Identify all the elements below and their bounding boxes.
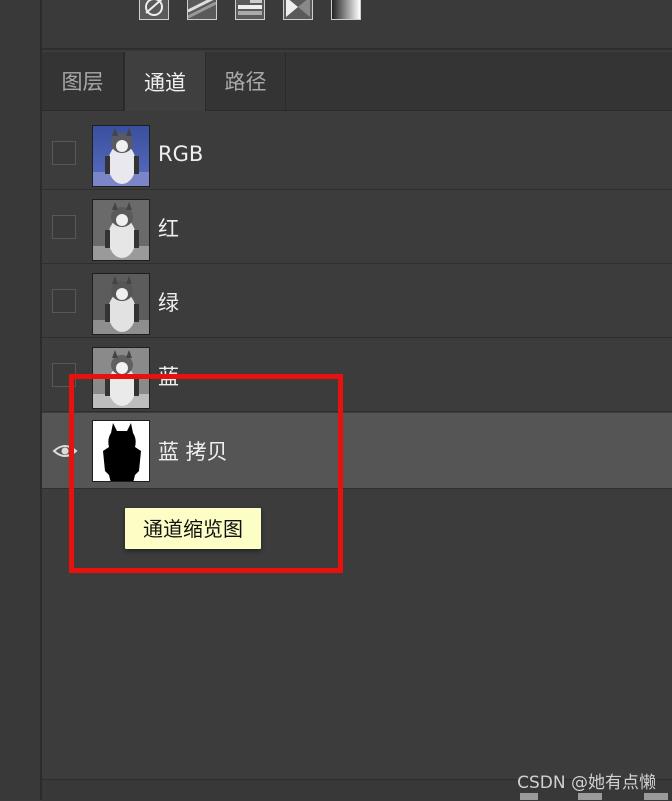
channel-thumbnail[interactable] [92,420,150,482]
channel-thumbnail[interactable] [92,347,150,409]
panel-tab-bar: 图层 通道 路径 [42,52,672,111]
channel-row-blue-copy[interactable]: 蓝 拷贝 [42,413,672,489]
visibility-toggle[interactable] [52,141,76,165]
channel-row-rgb[interactable]: RGB [42,117,672,190]
channel-row-red[interactable]: 红 [42,191,672,264]
adjustments-icon-row [42,0,672,50]
visibility-toggle[interactable] [52,363,76,387]
channel-label: 蓝 拷贝 [158,440,228,464]
tab-layers[interactable]: 图层 [42,52,124,110]
gradient-icon[interactable] [331,0,361,20]
channel-label: 绿 [158,290,179,315]
gradient-map-icon[interactable] [187,0,217,20]
eye-icon[interactable] [52,439,78,463]
save-selection-icon[interactable] [578,793,602,800]
channel-thumbnail[interactable] [92,125,150,187]
tab-paths[interactable]: 路径 [206,52,286,110]
tooltip: 通道缩览图 [125,508,261,549]
channel-thumbnail[interactable] [92,273,150,335]
visibility-toggle[interactable] [52,215,76,239]
posterize-icon[interactable] [235,0,265,20]
channel-label: 蓝 [158,364,179,389]
threshold-icon[interactable] [283,0,313,20]
left-toolbar-strip [0,0,42,800]
exposure-icon[interactable] [139,0,169,20]
watermark: CSDN @她有点懒 [517,773,656,793]
channels-panel: 图层 通道 路径 RGB 红 绿 蓝 蓝 拷贝 [42,0,672,801]
channel-label: 红 [158,216,179,241]
channel-thumbnail[interactable] [92,199,150,261]
channel-label: RGB [158,141,204,166]
dotted-circle-icon[interactable] [520,793,538,800]
new-channel-icon[interactable] [644,793,668,800]
channel-row-blue[interactable]: 蓝 [42,339,672,412]
visibility-toggle[interactable] [52,289,76,313]
channel-row-green[interactable]: 绿 [42,265,672,338]
tab-channels[interactable]: 通道 [124,52,206,111]
